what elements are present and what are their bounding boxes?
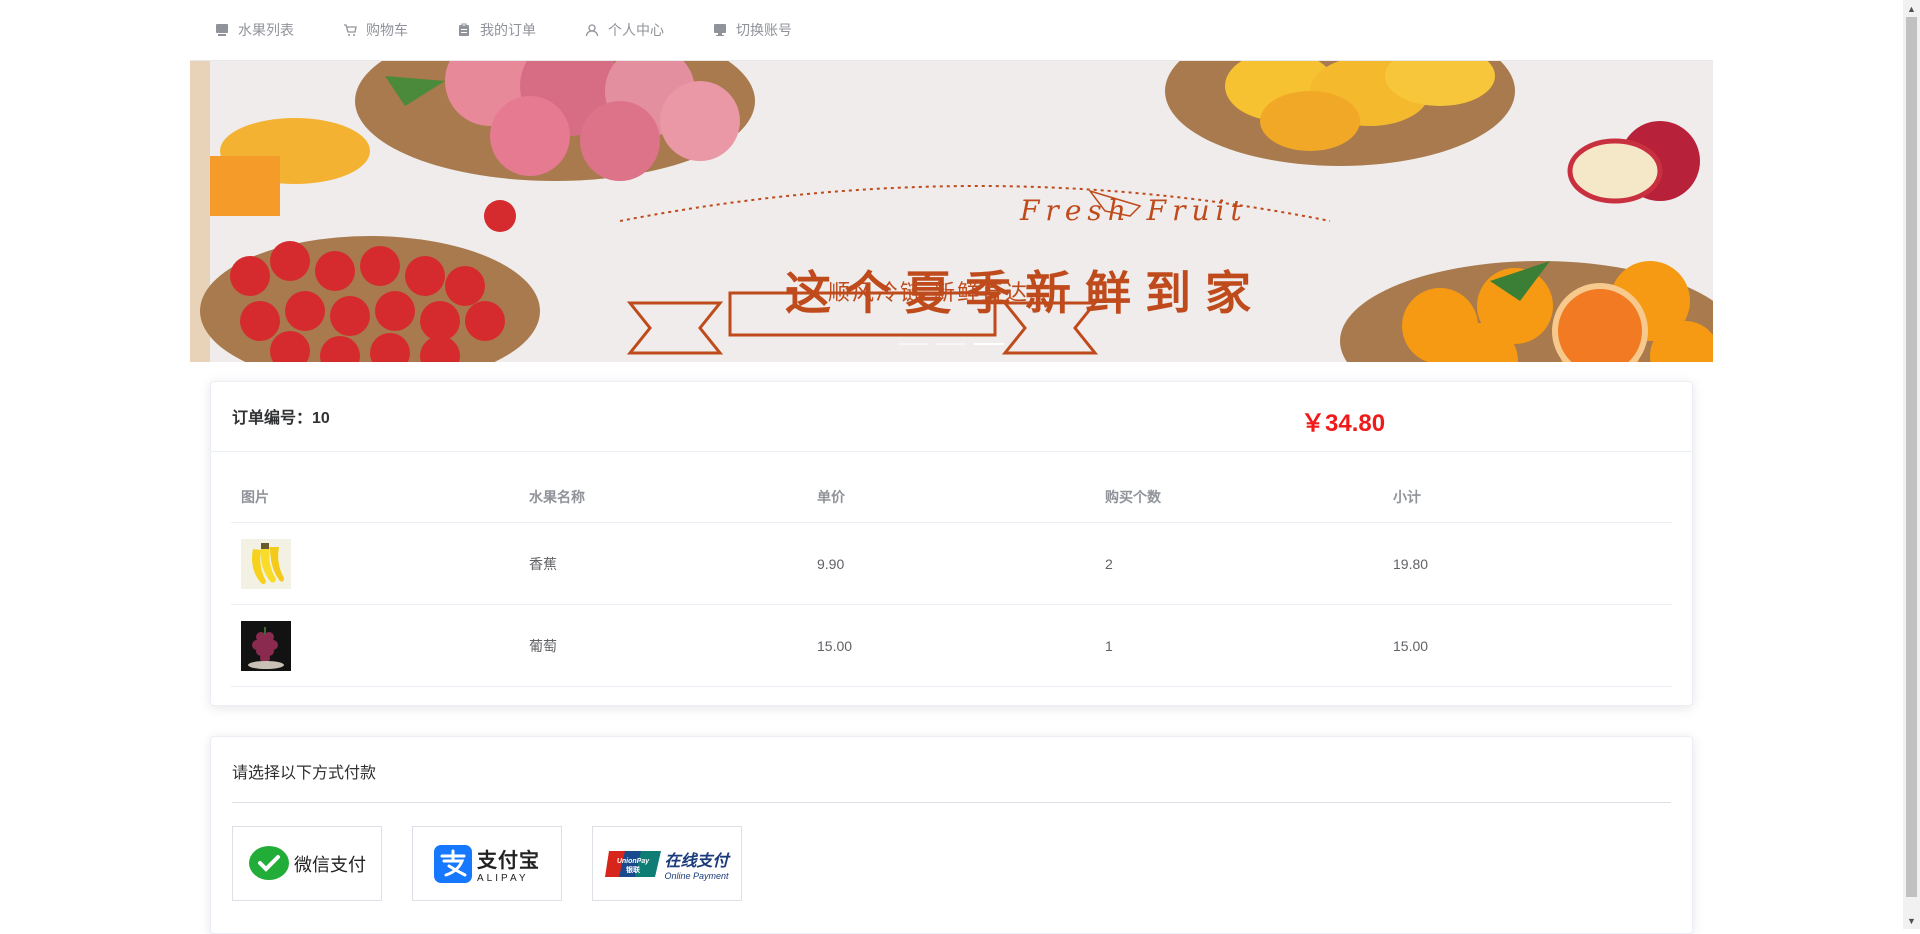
user-icon bbox=[584, 22, 600, 38]
table-row[interactable]: 香蕉 9.90 2 19.80 bbox=[231, 523, 1672, 605]
order-number: 订单编号：10 bbox=[232, 410, 330, 427]
payment-card: 请选择以下方式付款 微信支付 支付宝 ALIPAY UnionPay 银联 在线… bbox=[210, 736, 1693, 934]
banner-subtitle: 顺风冷链 新鲜直达 bbox=[828, 281, 1029, 306]
clipboard-icon bbox=[456, 22, 472, 38]
alipay-text: 支付宝 ALIPAY bbox=[477, 844, 540, 884]
column-header-price[interactable]: 单价 bbox=[807, 487, 1095, 507]
column-header-image[interactable]: 图片 bbox=[231, 487, 519, 507]
carousel-dot-active[interactable] bbox=[974, 343, 1004, 345]
svg-text:UnionPay: UnionPay bbox=[617, 858, 650, 865]
product-quantity: 1 bbox=[1105, 637, 1113, 654]
product-name: 葡萄 bbox=[529, 637, 557, 654]
unionpay-icon: UnionPay 银联 bbox=[605, 850, 662, 877]
divider bbox=[232, 802, 1671, 803]
vertical-scrollbar[interactable]: ▲ ▼ bbox=[1903, 0, 1920, 929]
unionpay-sub: Online Payment bbox=[664, 870, 729, 881]
unionpay-text: 在线支付 Online Payment bbox=[664, 847, 728, 881]
wechat-pay-button[interactable]: 微信支付 bbox=[232, 826, 382, 901]
fruit-list-icon bbox=[214, 22, 230, 38]
column-header-name[interactable]: 水果名称 bbox=[519, 487, 807, 507]
grape-image bbox=[241, 620, 291, 671]
product-image-cell bbox=[231, 538, 519, 589]
alipay-label: 支付宝 bbox=[477, 849, 540, 872]
unionpay-label: 在线支付 bbox=[664, 852, 729, 870]
unionpay-button[interactable]: UnionPay 银联 在线支付 Online Payment bbox=[592, 826, 742, 901]
product-name: 香蕉 bbox=[529, 555, 557, 572]
alipay-icon bbox=[434, 844, 472, 883]
product-subtotal: 19.80 bbox=[1393, 555, 1429, 572]
order-header: 订单编号：10 ￥34.80 bbox=[211, 382, 1692, 452]
order-total: ￥34.80 bbox=[1301, 410, 1386, 437]
carousel-indicators bbox=[898, 343, 1004, 345]
banana-image bbox=[241, 538, 291, 589]
banner-title-en: Fresh Fruit bbox=[1020, 194, 1248, 227]
product-price: 15.00 bbox=[817, 637, 853, 654]
carousel-dot[interactable] bbox=[936, 343, 966, 345]
wechat-pay-icon bbox=[249, 845, 289, 880]
nav-item-label: 购物车 bbox=[366, 22, 408, 38]
order-items-table: 图片 水果名称 单价 购买个数 小计 香蕉 9.90 2 19.80 葡萄 15… bbox=[231, 472, 1672, 687]
nav-item-cart[interactable]: 购物车 bbox=[318, 0, 432, 60]
payment-title: 请选择以下方式付款 bbox=[232, 765, 377, 782]
nav-item-label: 个人中心 bbox=[608, 22, 664, 38]
scrollbar-thumb[interactable] bbox=[1906, 17, 1917, 897]
cart-icon bbox=[342, 22, 358, 38]
carousel-dot[interactable] bbox=[898, 343, 928, 345]
column-header-subtotal[interactable]: 小计 bbox=[1383, 487, 1671, 507]
product-price: 9.90 bbox=[817, 555, 845, 572]
banner-carousel[interactable]: Fresh Fruit 这个夏季新鲜到家 顺风冷链 新鲜直达 bbox=[190, 60, 1713, 362]
scroll-up-arrow-icon[interactable]: ▲ bbox=[1903, 0, 1920, 17]
table-row[interactable]: 葡萄 15.00 1 15.00 bbox=[231, 605, 1672, 687]
nav-item-label: 水果列表 bbox=[238, 22, 294, 38]
payment-options: 微信支付 支付宝 ALIPAY UnionPay 银联 在线支付 Online … bbox=[232, 826, 742, 901]
monitor-icon bbox=[712, 22, 728, 38]
svg-text:银联: 银联 bbox=[626, 865, 641, 874]
scroll-down-arrow-icon[interactable]: ▼ bbox=[1903, 912, 1920, 929]
order-card: 订单编号：10 ￥34.80 图片 水果名称 单价 购买个数 小计 香蕉 9.9… bbox=[210, 381, 1693, 706]
alipay-sub: ALIPAY bbox=[477, 872, 529, 884]
nav-item-switch-account[interactable]: 切换账号 bbox=[688, 0, 816, 60]
nav-item-my-orders[interactable]: 我的订单 bbox=[432, 0, 560, 60]
product-image-cell bbox=[231, 620, 519, 671]
table-header-row: 图片 水果名称 单价 购买个数 小计 bbox=[231, 472, 1672, 523]
product-quantity: 2 bbox=[1105, 555, 1113, 572]
column-header-quantity[interactable]: 购买个数 bbox=[1095, 487, 1383, 507]
nav-item-label: 我的订单 bbox=[480, 22, 536, 38]
nav-item-label: 切换账号 bbox=[736, 22, 792, 38]
product-subtotal: 15.00 bbox=[1393, 637, 1429, 654]
nav-item-fruit-list[interactable]: 水果列表 bbox=[190, 0, 318, 60]
nav-item-profile[interactable]: 个人中心 bbox=[560, 0, 688, 60]
wechat-pay-label: 微信支付 bbox=[294, 854, 366, 875]
top-nav: 水果列表 购物车 我的订单 个人中心 切换账号 bbox=[190, 0, 1713, 60]
alipay-button[interactable]: 支付宝 ALIPAY bbox=[412, 826, 562, 901]
